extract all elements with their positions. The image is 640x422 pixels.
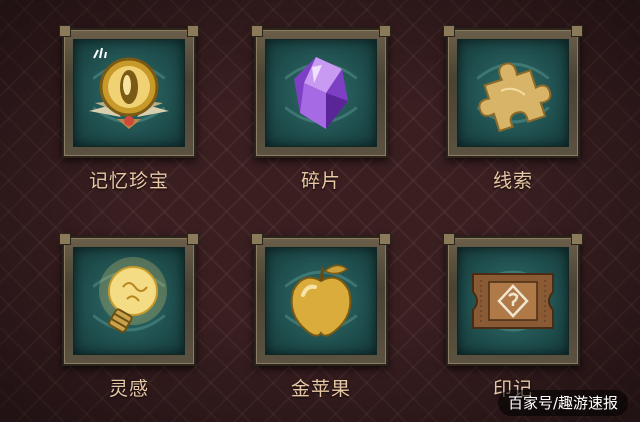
item-panel [73, 39, 185, 147]
item-label: 线索 [492, 170, 533, 192]
item-mark[interactable]: 印记 [443, 233, 583, 404]
item-frame [443, 233, 583, 366]
watermark: 百家号/趣游速报 [497, 390, 628, 416]
item-frame [251, 25, 391, 158]
item-fragment[interactable]: 碎片 [251, 25, 391, 196]
puzzle-piece-icon [478, 62, 552, 133]
item-label: 记忆珍宝 [88, 170, 169, 192]
ticket-stamp-icon [472, 273, 554, 329]
item-frame [443, 25, 583, 158]
collection-grid: 记忆珍宝 碎片 线索 灵感 金苹果 印记 [0, 0, 640, 422]
item-inspiration[interactable]: 灵感 [59, 233, 199, 404]
crystal-fragment-icon [294, 57, 348, 129]
item-label: 灵感 [108, 378, 149, 400]
item-panel [73, 247, 185, 355]
item-panel [265, 39, 377, 147]
item-panel [265, 247, 377, 355]
golden-apple-icon [290, 264, 352, 337]
item-memory-treasure[interactable]: 记忆珍宝 [59, 25, 199, 196]
item-panel [457, 247, 569, 355]
item-label: 金苹果 [290, 378, 351, 400]
item-frame [251, 233, 391, 366]
sparkle-icon [93, 47, 107, 59]
lightbulb-icon [99, 257, 167, 333]
item-panel [457, 39, 569, 147]
item-frame [59, 25, 199, 158]
item-frame [59, 233, 199, 366]
item-label: 碎片 [300, 170, 341, 192]
item-clue[interactable]: 线索 [443, 25, 583, 196]
item-golden-apple[interactable]: 金苹果 [251, 233, 391, 404]
